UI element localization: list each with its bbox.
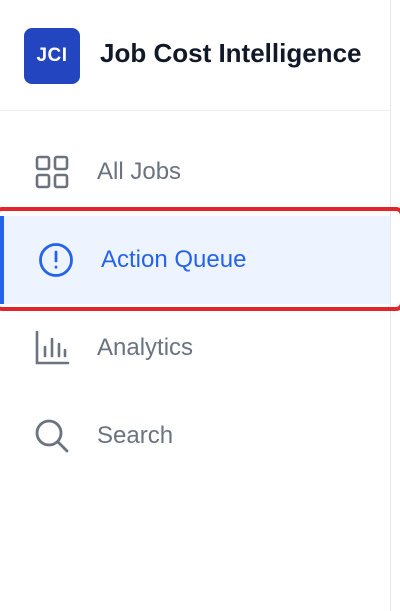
sidebar-item-label: Analytics xyxy=(97,334,194,361)
search-icon xyxy=(34,418,70,454)
sidebar-item-label: All Jobs xyxy=(97,158,182,185)
sidebar-header: JCI Job Cost Intelligence xyxy=(0,0,390,111)
sidebar-item-action-queue[interactable]: Action Queue xyxy=(0,216,390,304)
sidebar-nav: All Jobs Action Queue Analytics Search xyxy=(0,128,390,480)
sidebar-item-all-jobs[interactable]: All Jobs xyxy=(0,128,390,216)
sidebar-item-label: Search xyxy=(97,422,174,449)
app-title: Job Cost Intelligence xyxy=(100,38,362,68)
bar-chart-icon xyxy=(34,330,70,366)
grid-icon xyxy=(34,154,70,190)
sidebar: JCI Job Cost Intelligence All Jobs Actio… xyxy=(0,0,391,611)
sidebar-item-label: Action Queue xyxy=(101,246,247,273)
app-logo[interactable]: JCI xyxy=(24,28,80,84)
sidebar-item-search[interactable]: Search xyxy=(0,392,390,480)
sidebar-item-analytics[interactable]: Analytics xyxy=(0,304,390,392)
alert-circle-icon xyxy=(38,242,74,278)
